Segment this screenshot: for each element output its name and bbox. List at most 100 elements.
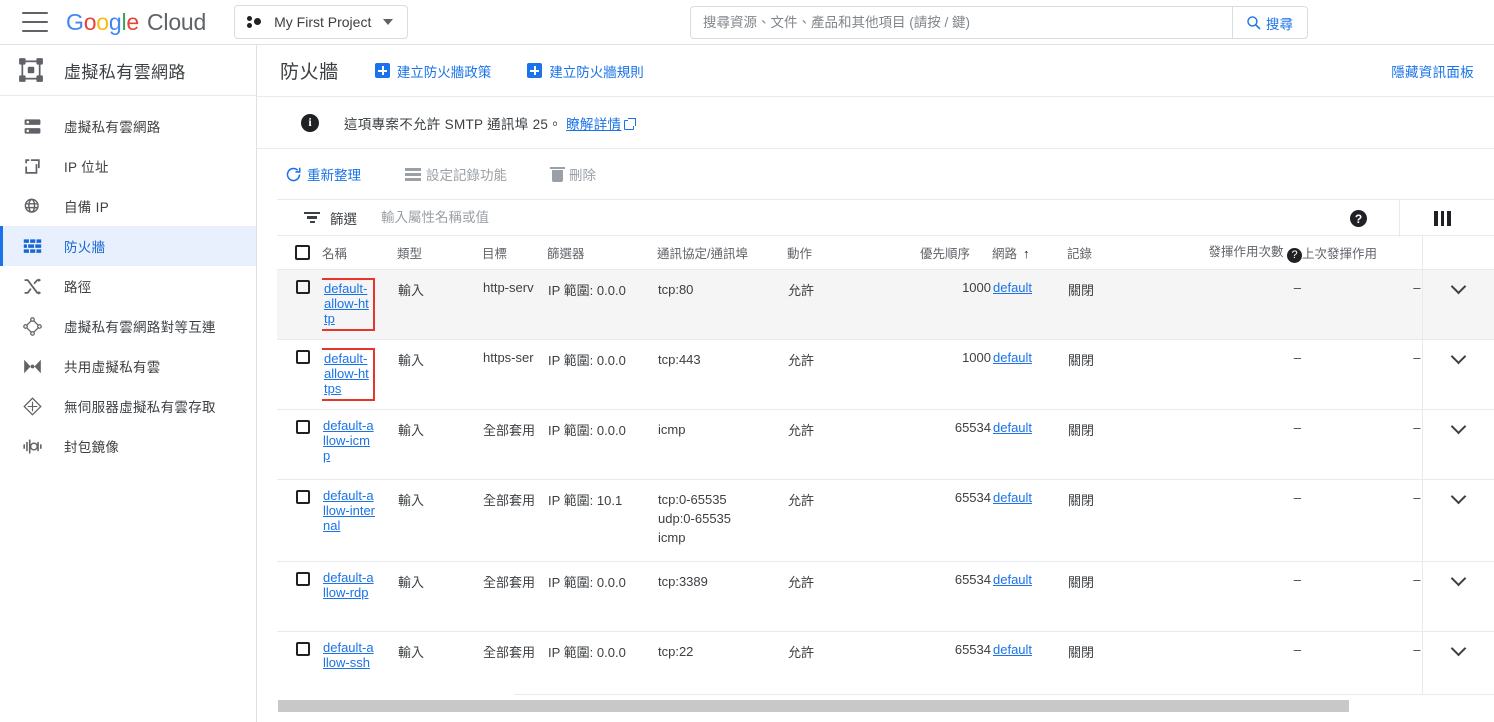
create-firewall-policy-button[interactable]: 建立防火牆政策 — [375, 61, 492, 81]
cell-priority: 1000 — [882, 269, 992, 339]
column-header-action[interactable]: 動作 — [787, 236, 882, 269]
cell-last-hit: – — [1302, 561, 1422, 631]
network-link[interactable]: default — [993, 490, 1032, 505]
bring-your-own-ip-icon — [20, 197, 44, 216]
cell-name: default-allow-https — [322, 339, 397, 409]
create-firewall-rule-button[interactable]: 建立防火牆規則 — [527, 61, 644, 81]
cell-network: default — [992, 631, 1067, 694]
search-input[interactable] — [691, 7, 1232, 38]
google-cloud-logo[interactable]: GoogleCloud — [66, 9, 206, 36]
cell-expand[interactable] — [1422, 269, 1494, 339]
sidebar-item-vpc-peering[interactable]: 虛擬私有雲網路對等互連 — [0, 306, 256, 346]
refresh-button[interactable]: 重新整理 — [285, 164, 361, 184]
firewall-rules-table: 名稱 類型 目標 篩選器 通訊協定/通訊埠 動作 優先順序 網路↑ 記錄 發揮作… — [277, 236, 1494, 694]
column-header-network[interactable]: 網路↑ — [992, 236, 1067, 269]
column-header-target[interactable]: 目標 — [482, 236, 547, 269]
sidebar-item-serverless-vpc-access[interactable]: 無伺服器虛擬私有雲存取 — [0, 386, 256, 426]
table-row[interactable]: default-allow-rdp輸入全部套用IP 範圍: 0.0.0tcp:3… — [277, 561, 1494, 631]
sidebar-item-vpc-network[interactable]: 虛擬私有雲網路 — [0, 106, 256, 146]
horizontal-scrollbar-thumb[interactable] — [278, 700, 1349, 712]
horizontal-scrollbar-track[interactable] — [257, 700, 1494, 712]
project-selector[interactable]: My First Project — [234, 5, 408, 39]
table-row[interactable]: default-allow-internal輸入全部套用IP 範圍: 10.1t… — [277, 479, 1494, 561]
cell-expand[interactable] — [1422, 339, 1494, 409]
sidebar: 虛擬私有雲網路 虛擬私有雲網路 IP 位址 — [0, 45, 257, 722]
sort-ascending-icon: ↑ — [1023, 246, 1030, 261]
sidebar-item-packet-mirroring[interactable]: 封包鏡像 — [0, 426, 256, 466]
table-row[interactable]: default-allow-http輸入http-servIP 範圍: 0.0.… — [277, 269, 1494, 339]
cell-expand[interactable] — [1422, 561, 1494, 631]
cell-name: default-allow-http — [322, 269, 397, 339]
column-settings-icon[interactable] — [1434, 211, 1452, 226]
delete-button[interactable]: 刪除 — [551, 164, 596, 184]
sidebar-item-shared-vpc[interactable]: 共用虛擬私有雲 — [0, 346, 256, 386]
sidebar-item-ip-addresses[interactable]: IP 位址 — [0, 146, 256, 186]
chevron-down-icon[interactable] — [1450, 570, 1466, 586]
chevron-down-icon[interactable] — [1450, 278, 1466, 294]
hamburger-menu-icon[interactable] — [22, 12, 48, 32]
table-row[interactable]: default-allow-https輸入https-serIP 範圍: 0.0… — [277, 339, 1494, 409]
row-checkbox[interactable] — [296, 490, 310, 504]
cell-target: 全部套用 — [482, 561, 547, 631]
cell-protocols: tcp:443 — [657, 339, 787, 409]
row-checkbox[interactable] — [296, 420, 310, 434]
column-header-protocols[interactable]: 通訊協定/通訊埠 — [657, 236, 787, 269]
select-all-checkbox[interactable] — [295, 245, 310, 260]
firewall-rule-link[interactable]: default-allow-icmp — [323, 418, 374, 463]
cell-expand[interactable] — [1422, 631, 1494, 694]
help-circle-icon[interactable]: ? — [1287, 248, 1302, 263]
help-circle-icon[interactable]: ? — [1350, 210, 1367, 227]
sidebar-item-bring-your-own-ip[interactable]: 自備 IP — [0, 186, 256, 226]
column-header-filter[interactable]: 篩選器 — [547, 236, 657, 269]
cell-filter: IP 範圍: 10.1 — [547, 479, 657, 561]
chevron-down-icon[interactable] — [1450, 348, 1466, 364]
hide-info-panel-button[interactable]: 隱藏資訊面板 — [1391, 61, 1474, 81]
firewall-rule-link[interactable]: default-allow-internal — [323, 488, 375, 533]
serverless-vpc-access-icon — [20, 397, 44, 416]
cell-action: 允許 — [787, 561, 882, 631]
table-row[interactable]: default-allow-ssh輸入全部套用IP 範圍: 0.0.0tcp:2… — [277, 631, 1494, 694]
info-banner-text: 這項專案不允許 SMTP 通訊埠 25。 瞭解詳情 — [344, 113, 634, 133]
chevron-down-icon[interactable] — [1450, 418, 1466, 434]
column-header-type[interactable]: 類型 — [397, 236, 482, 269]
row-checkbox[interactable] — [296, 642, 310, 656]
chevron-down-icon[interactable] — [1450, 640, 1466, 656]
filter-funnel-icon[interactable] — [304, 212, 320, 223]
row-checkbox-cell — [277, 631, 322, 694]
filter-input[interactable] — [379, 209, 779, 226]
firewall-rule-link[interactable]: default-allow-https — [324, 351, 369, 396]
table-row[interactable]: default-allow-icmp輸入全部套用IP 範圍: 0.0.0icmp… — [277, 409, 1494, 479]
cell-network: default — [992, 479, 1067, 561]
column-header-last-hit[interactable]: 上次發揮作用 — [1302, 236, 1422, 269]
column-header-priority[interactable]: 優先順序 — [882, 236, 992, 269]
chevron-down-icon[interactable] — [1450, 488, 1466, 504]
network-link[interactable]: default — [993, 420, 1032, 435]
row-checkbox[interactable] — [296, 280, 310, 294]
cell-type: 輸入 — [397, 561, 482, 631]
row-checkbox[interactable] — [296, 572, 310, 586]
sidebar-nav: 虛擬私有雲網路 IP 位址 自備 IP — [0, 96, 256, 466]
network-link[interactable]: default — [993, 642, 1032, 657]
cell-name: default-allow-internal — [322, 479, 397, 561]
learn-more-link[interactable]: 瞭解詳情 — [566, 117, 621, 132]
network-link[interactable]: default — [993, 280, 1032, 295]
column-header-name[interactable]: 名稱 — [322, 236, 397, 269]
cell-expand[interactable] — [1422, 479, 1494, 561]
cell-hit-count: – — [1172, 561, 1302, 631]
search-bar[interactable]: 搜尋 — [690, 6, 1308, 39]
cell-expand[interactable] — [1422, 409, 1494, 479]
column-header-logs[interactable]: 記錄 — [1067, 236, 1172, 269]
firewall-rule-link[interactable]: default-allow-http — [324, 281, 369, 326]
firewall-rule-link[interactable]: default-allow-ssh — [323, 640, 374, 670]
network-link[interactable]: default — [993, 350, 1032, 365]
app-root: GoogleCloud My First Project 搜尋 — [0, 0, 1494, 722]
sidebar-item-routes[interactable]: 路徑 — [0, 266, 256, 306]
sidebar-item-firewall[interactable]: 防火牆 — [0, 226, 256, 266]
network-link[interactable]: default — [993, 572, 1032, 587]
configure-logs-button[interactable]: 設定記錄功能 — [405, 164, 507, 184]
row-checkbox[interactable] — [296, 350, 310, 364]
firewall-rule-link[interactable]: default-allow-rdp — [323, 570, 374, 600]
cell-priority: 65534 — [882, 631, 992, 694]
search-button[interactable]: 搜尋 — [1232, 7, 1307, 38]
column-header-hit-count[interactable]: 發揮作用次數 ? — [1172, 236, 1302, 269]
